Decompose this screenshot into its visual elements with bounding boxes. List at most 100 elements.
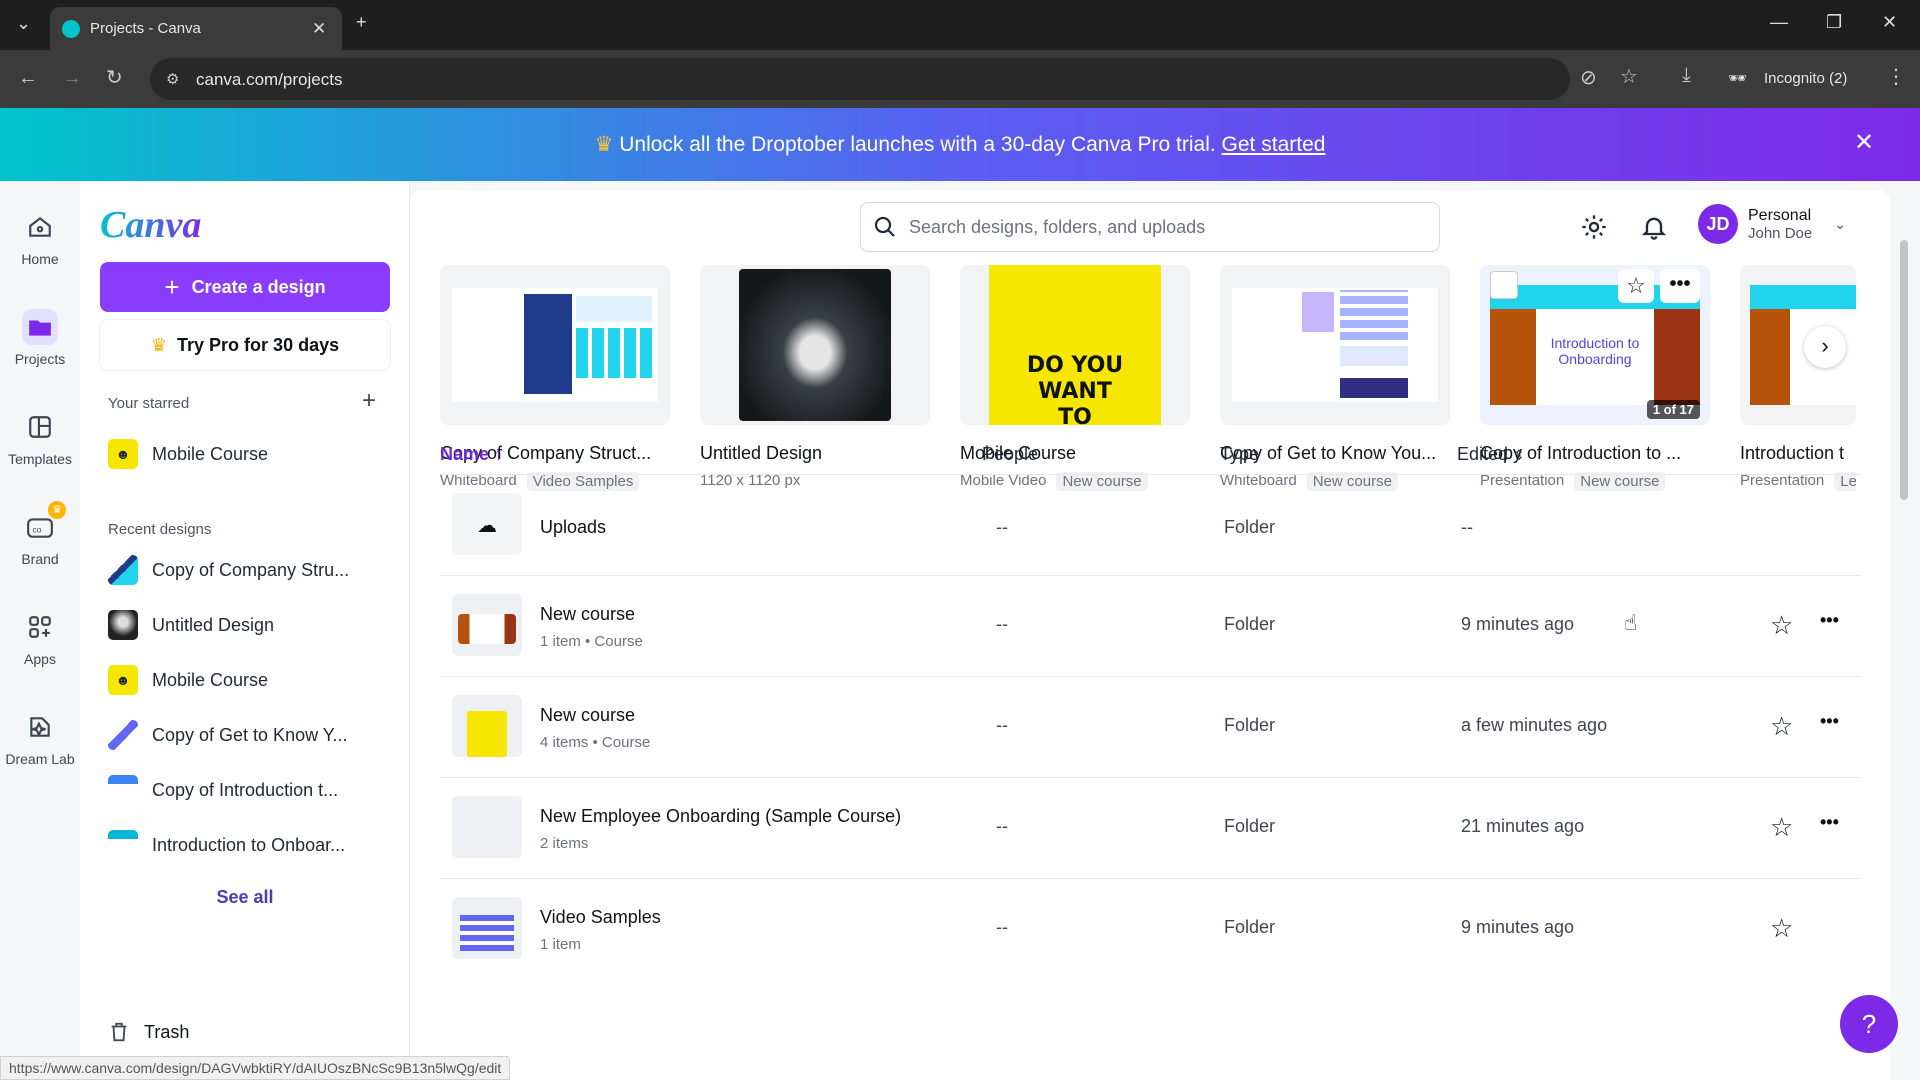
account-type: Personal xyxy=(1748,206,1812,224)
more-options-icon[interactable]: ••• xyxy=(1660,269,1700,303)
new-tab-icon[interactable]: + xyxy=(356,12,367,33)
row-sub: 1 item xyxy=(540,936,581,953)
settings-gear-icon[interactable] xyxy=(1580,213,1608,241)
star-icon[interactable]: ☆ xyxy=(1770,610,1793,641)
recent-item[interactable]: Copy of Introduction t... xyxy=(108,770,398,810)
recent-item[interactable]: Introduction to Onboar... xyxy=(108,825,398,865)
design-thumbnail: Introduction to Onboarding ☆ ••• 1 of 17 xyxy=(1480,265,1710,425)
star-icon[interactable]: ☆ xyxy=(1770,913,1793,944)
row-name: Video Samples xyxy=(540,907,661,927)
recent-item[interactable]: Untitled Design xyxy=(108,605,398,645)
more-options-icon[interactable]: ••• xyxy=(1820,711,1839,732)
download-icon[interactable]: ⤓ xyxy=(1682,64,1691,87)
main-panel: JD Personal John Doe ⌄ Copy of Company S… xyxy=(410,190,1890,1080)
account-switcher[interactable]: JD Personal John Doe ⌄ xyxy=(1698,204,1846,244)
canva-logo[interactable]: Canva xyxy=(100,203,201,247)
carousel-next-chevron-icon[interactable]: › xyxy=(1804,326,1846,368)
back-icon[interactable]: ← xyxy=(18,67,38,90)
starred-item[interactable]: ☻ Mobile Course xyxy=(108,434,398,474)
create-design-button[interactable]: + Create a design xyxy=(100,262,390,312)
design-thumbnail xyxy=(108,830,138,860)
plus-icon: + xyxy=(164,271,180,302)
promo-banner: ♛ Unlock all the Droptober launches with… xyxy=(0,108,1920,181)
row-edited: 9 minutes ago xyxy=(1461,614,1575,634)
trash-icon xyxy=(111,1022,127,1042)
notifications-bell-icon[interactable] xyxy=(1640,213,1668,241)
account-name: John Doe xyxy=(1748,224,1813,242)
table-row[interactable]: ☁ Uploads -- Folder -- xyxy=(440,474,1860,575)
eye-off-icon[interactable]: ⊘ xyxy=(1580,65,1597,90)
minimize-icon[interactable]: — xyxy=(1770,12,1788,33)
restore-icon[interactable]: ❐ xyxy=(1826,12,1842,33)
svg-text:co: co xyxy=(32,524,41,534)
create-design-label: Create a design xyxy=(191,276,326,297)
window-close-icon[interactable]: ✕ xyxy=(1882,12,1897,33)
swan-image xyxy=(739,269,891,421)
row-people: -- xyxy=(996,917,1008,937)
site-info-icon[interactable]: ⚙ xyxy=(166,70,179,88)
star-icon[interactable]: ☆ xyxy=(1618,269,1654,303)
bookmark-star-icon[interactable]: ☆ xyxy=(1620,64,1638,89)
crown-icon: ♛ xyxy=(48,501,66,519)
home-icon xyxy=(22,209,58,245)
add-starred-icon[interactable]: + xyxy=(362,387,376,415)
recent-item[interactable]: Copy of Company Stru... xyxy=(108,550,398,590)
banner-close-icon[interactable]: ✕ xyxy=(1854,128,1874,157)
star-icon[interactable]: ☆ xyxy=(1770,711,1793,742)
try-pro-button[interactable]: ♛ Try Pro for 30 days xyxy=(100,320,390,370)
design-card[interactable]: Untitled Design 1120 x 1120 px xyxy=(700,265,930,489)
star-icon[interactable]: ☆ xyxy=(1770,812,1793,843)
tab-search-icon[interactable]: ⌄ xyxy=(16,13,31,34)
table-row[interactable]: New Employee Onboarding (Sample Course) … xyxy=(440,777,1860,878)
reload-icon[interactable]: ↻ xyxy=(106,65,123,90)
rail-item-home[interactable]: Home xyxy=(0,209,80,267)
trash-link[interactable]: Trash xyxy=(108,1021,189,1043)
folder-thumbnail xyxy=(452,695,522,757)
apps-icon xyxy=(22,609,58,645)
column-header-edited[interactable]: Edited ⇕ xyxy=(1457,444,1525,465)
forward-icon[interactable]: → xyxy=(62,67,82,90)
browser-menu-icon[interactable]: ⋮ xyxy=(1886,64,1906,89)
incognito-indicator[interactable]: 🕶 Incognito (2) xyxy=(1728,58,1860,100)
tab-close-icon[interactable]: ✕ xyxy=(312,19,326,39)
rail-item-projects[interactable]: Projects xyxy=(0,309,80,367)
column-header-name[interactable]: Name ↑ xyxy=(440,444,503,465)
select-checkbox[interactable] xyxy=(1490,271,1518,299)
rail-label: Home xyxy=(21,251,59,267)
status-url-bar: https://www.canva.com/design/DAGVwbktiRY… xyxy=(0,1056,511,1080)
recent-item-label: Introduction to Onboar... xyxy=(152,834,346,855)
row-edited: -- xyxy=(1461,517,1473,537)
recent-item-label: Copy of Company Stru... xyxy=(152,559,350,580)
row-people: -- xyxy=(996,816,1008,836)
rail-item-brand[interactable]: co ♛ Brand xyxy=(0,501,80,567)
design-thumbnail xyxy=(108,610,138,640)
incognito-label: Incognito (2) xyxy=(1764,70,1848,87)
table-row[interactable]: Video Samples 1 item -- Folder 9 minutes… xyxy=(440,878,1860,979)
thumbnail-text: Introduction to Onboarding xyxy=(1550,335,1640,367)
more-options-icon[interactable]: ••• xyxy=(1820,610,1839,631)
search-bar[interactable] xyxy=(860,202,1440,252)
row-type: Folder xyxy=(1224,917,1276,937)
address-bar[interactable]: ⚙ canva.com/projects xyxy=(150,58,1570,100)
recent-item[interactable]: Copy of Get to Know Y... xyxy=(108,715,398,755)
mobile-video-preview: DO YOU WANT TO xyxy=(989,265,1161,425)
more-options-icon[interactable]: ••• xyxy=(1820,812,1839,833)
folder-thumbnail xyxy=(452,897,522,959)
design-card[interactable]: Introduction t Presentation Le xyxy=(1740,265,1856,491)
brand-icon: co ♛ xyxy=(22,501,66,545)
table-row[interactable]: New course 4 items • Course -- Folder a … xyxy=(440,676,1860,777)
get-started-link[interactable]: Get started xyxy=(1222,133,1326,156)
table-row[interactable]: New course 1 item • Course -- Folder 9 m… xyxy=(440,575,1860,676)
search-input[interactable] xyxy=(909,216,1409,238)
rail-item-dream-lab[interactable]: Dream Lab xyxy=(0,709,80,767)
rail-item-apps[interactable]: Apps xyxy=(0,609,80,667)
rail-item-templates[interactable]: Templates xyxy=(0,409,80,467)
page-scrollbar[interactable] xyxy=(1900,240,1908,500)
browser-tab[interactable]: Projects - Canva ✕ xyxy=(50,7,342,50)
design-name: Untitled Design xyxy=(700,443,823,463)
row-name: New course xyxy=(540,705,636,725)
recent-item[interactable]: ☻ Mobile Course xyxy=(108,660,398,700)
help-button[interactable]: ? xyxy=(1840,995,1898,1053)
see-all-link[interactable]: See all xyxy=(80,887,410,908)
row-sub: 1 item • Course xyxy=(540,633,643,650)
